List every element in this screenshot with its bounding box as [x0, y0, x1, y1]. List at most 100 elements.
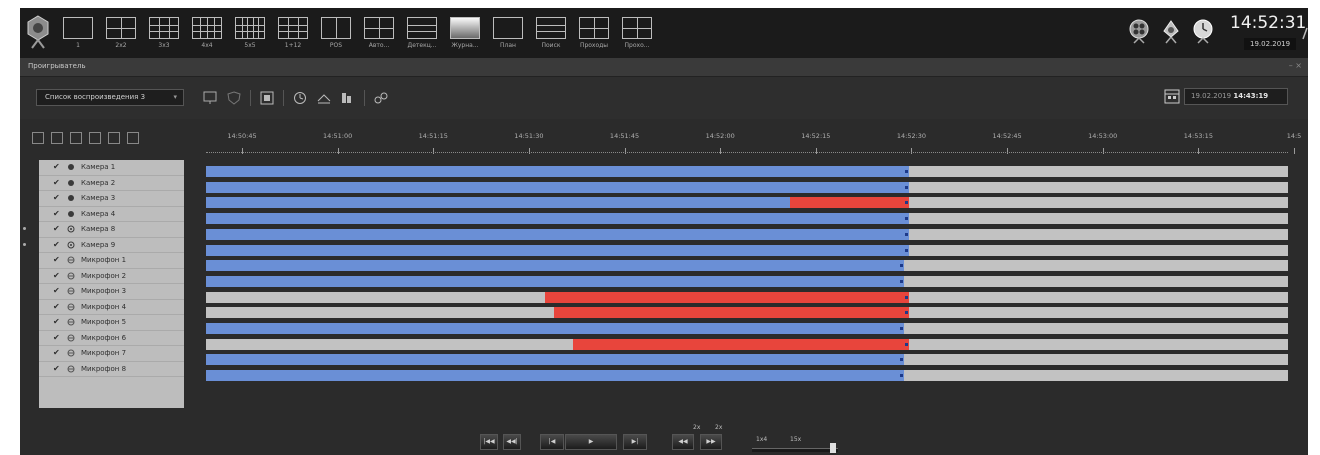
list-view-icon[interactable] — [51, 132, 63, 144]
step-forward-button[interactable]: ▶| — [623, 434, 647, 450]
layout-button-7[interactable]: Авто... — [359, 14, 399, 52]
sync-icon[interactable] — [316, 91, 332, 105]
monitor-icon[interactable] — [202, 91, 218, 105]
track-row[interactable] — [206, 197, 1288, 209]
recording-segment[interactable] — [206, 181, 910, 193]
layout-button-5[interactable]: 1+12 — [273, 14, 313, 52]
track-row[interactable] — [206, 244, 1288, 256]
layout-button-10[interactable]: План — [488, 14, 528, 52]
alarm-recording-segment[interactable] — [554, 307, 910, 319]
datetime-field[interactable]: 19.02.2019 14:43:19 — [1184, 88, 1288, 105]
track-row[interactable] — [206, 228, 1288, 240]
channel-checkbox[interactable]: ✔ — [53, 209, 61, 218]
prev-segment-button[interactable]: ◀◀| — [503, 434, 521, 450]
track-row[interactable] — [206, 323, 1288, 334]
track-row[interactable] — [206, 307, 1288, 319]
time-ruler[interactable]: 14:50:45 14:51:00 14:51:15 14:51:30 14:51:45… — [206, 132, 1301, 154]
layout-button-11[interactable]: Поиск — [531, 14, 571, 52]
fast-button[interactable]: ▶▶ — [700, 434, 722, 450]
channel-checkbox[interactable]: ✔ — [53, 302, 61, 311]
channel-checkbox[interactable]: ✔ — [53, 178, 61, 187]
server-status-icon[interactable] — [1128, 18, 1150, 44]
track-row[interactable] — [206, 260, 1288, 272]
link-icon[interactable] — [373, 91, 389, 105]
step-back-button[interactable]: |◀ — [540, 434, 564, 450]
layout-button-1[interactable]: 2x2 — [101, 14, 141, 52]
track-row[interactable] — [206, 338, 1288, 350]
group-view-icon[interactable] — [70, 132, 82, 144]
channel-item[interactable]: ✔ Микрофон 1 — [39, 253, 184, 269]
recording-segment[interactable] — [206, 166, 910, 177]
layout-button-9[interactable]: Журна... — [445, 14, 485, 52]
alarm-recording-segment[interactable] — [544, 291, 910, 303]
channel-checkbox[interactable]: ✔ — [53, 364, 61, 373]
layout-button-12[interactable]: Проходы — [574, 14, 614, 52]
select-all-checkbox-icon[interactable] — [32, 132, 44, 144]
channel-item[interactable]: ✔ Микрофон 3 — [39, 284, 184, 300]
recording-segment[interactable] — [206, 244, 910, 256]
filter-icon[interactable] — [340, 91, 356, 105]
playlist-dropdown[interactable]: Список воспроизведения 3 ▾ — [36, 89, 184, 106]
track-row[interactable] — [206, 181, 1288, 193]
recording-segment[interactable] — [206, 370, 904, 382]
channel-item[interactable]: ✔ Камера 2 — [39, 176, 184, 191]
track-row[interactable] — [206, 213, 1288, 225]
layout-button-8[interactable]: Детекц... — [402, 14, 442, 52]
first-frame-button[interactable]: |◀◀ — [480, 434, 498, 450]
channel-checkbox[interactable]: ✔ — [53, 225, 61, 233]
layout-button-4[interactable]: 5x5 — [230, 14, 270, 52]
channel-checkbox[interactable]: ✔ — [53, 349, 61, 357]
shield-icon[interactable] — [226, 91, 242, 105]
channel-checkbox[interactable]: ✔ — [53, 271, 61, 280]
layout-button-2[interactable]: 3x3 — [144, 14, 184, 52]
channel-item[interactable]: ✔ Микрофон 7 — [39, 346, 184, 362]
channel-checkbox[interactable]: ✔ — [53, 287, 61, 295]
recording-segment[interactable] — [206, 323, 904, 334]
detail-view-icon[interactable] — [127, 132, 139, 144]
channel-checkbox[interactable]: ✔ — [53, 163, 61, 171]
channel-checkbox[interactable]: ✔ — [53, 333, 61, 342]
play-button[interactable]: ▶ — [565, 434, 617, 450]
tool-icon[interactable] — [1302, 26, 1308, 40]
channel-checkbox[interactable]: ✔ — [53, 318, 61, 326]
channel-item[interactable]: ✔ Микрофон 2 — [39, 269, 184, 284]
alarm-status-icon[interactable] — [1160, 18, 1182, 44]
speed-slider-thumb[interactable] — [829, 443, 836, 453]
channel-checkbox[interactable]: ✔ — [53, 240, 61, 249]
channel-item[interactable]: ✔ Камера 3 — [39, 191, 184, 207]
channel-item[interactable]: ✔ Микрофон 6 — [39, 331, 184, 346]
export-icon[interactable] — [259, 91, 275, 105]
calendar-icon[interactable] — [1164, 88, 1180, 104]
collapse-icon[interactable] — [89, 132, 101, 144]
history-icon[interactable] — [292, 91, 308, 105]
channel-item[interactable]: ✔ Микрофон 8 — [39, 362, 184, 377]
recording-segment[interactable] — [206, 228, 910, 240]
layout-button-3[interactable]: 4x4 — [187, 14, 227, 52]
recording-segment[interactable] — [206, 197, 791, 209]
layout-button-13[interactable]: Прохо... — [617, 14, 657, 52]
speed-slider[interactable] — [752, 443, 838, 453]
track-row[interactable] — [206, 275, 1288, 287]
recording-segment[interactable] — [206, 354, 904, 366]
channel-item[interactable]: ✔ Микрофон 4 — [39, 300, 184, 315]
recording-segment[interactable] — [206, 213, 910, 225]
channel-item[interactable]: ✔ Камера 1 — [39, 160, 184, 176]
slow-button[interactable]: ◀◀ — [672, 434, 694, 450]
layout-button-6[interactable]: POS — [316, 14, 356, 52]
timeline-tracks[interactable] — [206, 160, 1288, 410]
track-row[interactable] — [206, 291, 1288, 303]
expand-dot-icon[interactable] — [23, 227, 26, 230]
channel-checkbox[interactable]: ✔ — [53, 256, 61, 264]
channel-item[interactable]: ✔ Камера 8 — [23, 222, 184, 238]
clock-status-icon[interactable] — [1192, 18, 1214, 44]
layout-button-0[interactable]: 1 — [58, 14, 98, 52]
grid-view-icon[interactable] — [108, 132, 120, 144]
channel-item[interactable]: ✔ Микрофон 5 — [39, 315, 184, 331]
channel-checkbox[interactable]: ✔ — [53, 194, 61, 202]
recording-segment[interactable] — [206, 275, 904, 287]
track-row[interactable] — [206, 354, 1288, 366]
alarm-recording-segment[interactable] — [572, 338, 910, 350]
alarm-recording-segment[interactable] — [790, 197, 910, 209]
recording-segment[interactable] — [206, 260, 904, 272]
channel-item[interactable]: ✔ Камера 4 — [39, 207, 184, 222]
